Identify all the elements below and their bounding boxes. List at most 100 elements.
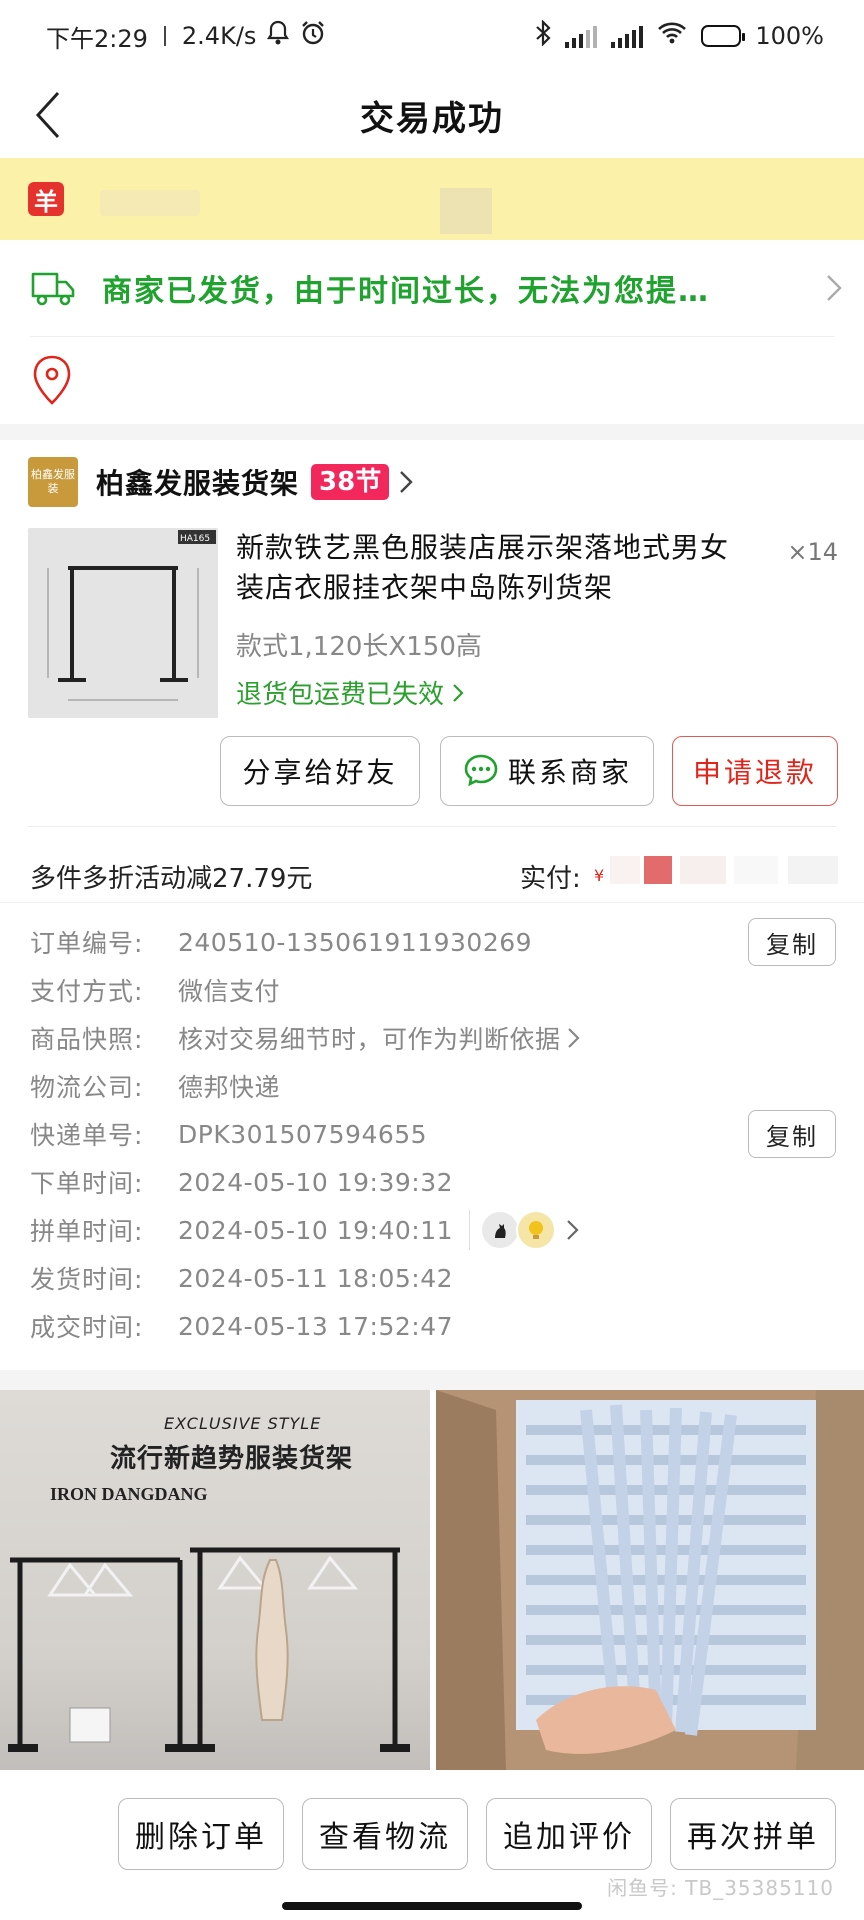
paid-label: 实付: bbox=[520, 864, 581, 894]
return-note-label: 退货包运费已失效 bbox=[236, 680, 445, 710]
refund-button[interactable]: 申请退款 bbox=[672, 736, 838, 806]
bell-icon bbox=[266, 20, 290, 52]
info-value: 240510-135061911930269 bbox=[178, 927, 533, 957]
info-label: 下单时间: bbox=[30, 1169, 144, 1198]
discount-text: 多件多折活动减27.79元 bbox=[30, 864, 313, 894]
return-note-link[interactable]: 退货包运费已失效 bbox=[236, 674, 464, 711]
shop-logo: 柏鑫发服装 bbox=[28, 457, 78, 507]
info-label: 支付方式: bbox=[30, 977, 144, 1006]
delete-order-label: 删除订单 bbox=[135, 1820, 267, 1855]
alarm-icon bbox=[300, 20, 326, 52]
divider bbox=[28, 826, 836, 827]
info-label: 商品快照: bbox=[30, 1025, 144, 1054]
product-quantity: ×14 bbox=[787, 538, 838, 566]
status-divider bbox=[163, 26, 166, 46]
logistics-row[interactable]: 商家已发货，由于时间过长，无法为您提… bbox=[0, 240, 864, 336]
product-card[interactable]: HA165 新款铁艺黑色服装店展示架落地式男女装店衣服挂衣架中岛陈列货架 ×14… bbox=[0, 528, 864, 722]
info-label: 物流公司: bbox=[30, 1073, 144, 1102]
clothing-rack-image: HA165 bbox=[28, 528, 218, 718]
info-value: 德邦快递 bbox=[178, 1073, 281, 1102]
wifi-icon bbox=[657, 21, 687, 51]
bluetooth-icon bbox=[535, 19, 551, 52]
info-value: DPK301507594655 bbox=[178, 1119, 428, 1149]
status-time: 下午2:29 bbox=[46, 24, 148, 53]
battery-icon bbox=[701, 25, 746, 47]
divider bbox=[0, 902, 864, 903]
info-label: 发货时间: bbox=[30, 1265, 144, 1294]
signal-icon bbox=[611, 24, 644, 48]
info-value: 2024-05-11 18:05:42 bbox=[178, 1263, 454, 1293]
truck-icon bbox=[31, 272, 75, 306]
address-row[interactable] bbox=[0, 338, 864, 422]
chat-icon bbox=[464, 754, 498, 787]
reorder-label: 再次拼单 bbox=[687, 1820, 819, 1855]
product-image[interactable]: HA165 bbox=[28, 528, 218, 718]
copy-button-label: 复制 bbox=[766, 1122, 818, 1151]
network-speed: 2.4K/s bbox=[181, 22, 257, 50]
chevron-right-icon bbox=[827, 275, 842, 301]
chevron-right-icon bbox=[567, 1028, 580, 1048]
refund-button-label: 申请退款 bbox=[692, 756, 817, 789]
share-button[interactable]: 分享给好友 bbox=[220, 736, 420, 806]
info-value: 核对交易细节时，可作为判断依据 bbox=[178, 1025, 561, 1054]
cat-avatar-icon bbox=[495, 1224, 506, 1238]
contact-seller-label: 联系商家 bbox=[507, 756, 632, 789]
image-label: HA165 bbox=[180, 534, 210, 544]
promo-banner[interactable]: 羊 bbox=[0, 158, 864, 240]
info-value: 2024-05-13 17:52:47 bbox=[178, 1311, 454, 1341]
battery-level: 100% bbox=[755, 22, 824, 50]
avatar bbox=[480, 1210, 521, 1250]
info-row-deal-time: 成交时间: 2024-05-13 17:52:47 bbox=[30, 1302, 453, 1350]
divider bbox=[30, 336, 834, 337]
currency-symbol: ¥ bbox=[594, 866, 605, 885]
product-spec: 款式1,120长X150高 bbox=[236, 632, 482, 662]
add-review-label: 追加评价 bbox=[503, 1820, 635, 1855]
info-label: 快递单号: bbox=[30, 1121, 144, 1150]
copy-tracking-number-button[interactable]: 复制 bbox=[748, 1110, 836, 1158]
page-title: 交易成功 bbox=[360, 98, 504, 139]
info-value: 2024-05-10 19:39:32 bbox=[178, 1167, 454, 1197]
payment-summary: 多件多折活动减27.79元 实付: ¥ bbox=[0, 846, 864, 900]
copy-order-number-button[interactable]: 复制 bbox=[748, 918, 836, 966]
info-value: 2024-05-10 19:40:11 bbox=[178, 1215, 454, 1245]
info-value: 微信支付 bbox=[178, 977, 281, 1006]
reorder-button[interactable]: 再次拼单 bbox=[670, 1798, 836, 1870]
info-row-snapshot[interactable]: 商品快照: 核对交易细节时，可作为判断依据 bbox=[30, 1014, 581, 1062]
redacted-amount bbox=[610, 856, 838, 884]
status-bar: 下午2:29 2.4K/s 100% bbox=[0, 0, 864, 72]
product-title: 新款铁艺黑色服装店展示架落地式男女装店衣服挂衣架中岛陈列货架 bbox=[236, 531, 730, 604]
add-review-button[interactable]: 追加评价 bbox=[486, 1798, 652, 1870]
info-row-ship-time: 发货时间: 2024-05-11 18:05:42 bbox=[30, 1254, 453, 1302]
info-label: 成交时间: bbox=[30, 1313, 144, 1342]
info-row-tracking: 快递单号: DPK301507594655 bbox=[30, 1110, 427, 1158]
home-indicator[interactable] bbox=[282, 1902, 582, 1910]
shop-row[interactable]: 柏鑫发服装 柏鑫发服装货架 38节 bbox=[0, 452, 864, 512]
info-row-order-time: 下单时间: 2024-05-10 19:39:32 bbox=[30, 1158, 453, 1206]
redacted-text bbox=[440, 188, 492, 234]
chevron-right-icon bbox=[400, 471, 413, 493]
contact-seller-button[interactable]: 联系商家 bbox=[440, 736, 654, 806]
logistics-message: 商家已发货，由于时间过长，无法为您提… bbox=[102, 274, 710, 309]
recommended-product-right[interactable] bbox=[436, 1390, 864, 1770]
chevron-right-icon bbox=[567, 1220, 579, 1240]
glue-sticks-photo bbox=[436, 1390, 864, 1770]
order-actions: 分享给好友 联系商家 申请退款 bbox=[0, 736, 864, 808]
group-members bbox=[469, 1210, 580, 1250]
share-button-label: 分享给好友 bbox=[242, 756, 398, 789]
delete-order-button[interactable]: 删除订单 bbox=[118, 1798, 284, 1870]
section-gap bbox=[0, 1370, 864, 1390]
info-row-group-time[interactable]: 拼单时间: 2024-05-10 19:40:11 bbox=[30, 1206, 580, 1254]
chevron-left-icon bbox=[35, 91, 60, 139]
info-row-courier: 物流公司: 德邦快递 bbox=[30, 1062, 280, 1110]
back-button[interactable] bbox=[24, 88, 72, 142]
view-logistics-label: 查看物流 bbox=[319, 1820, 451, 1855]
signal-icon bbox=[565, 24, 598, 48]
info-row-order-number: 订单编号: 240510-135061911930269 bbox=[30, 918, 532, 966]
info-label: 订单编号: bbox=[30, 929, 144, 958]
recommended-product-left[interactable]: EXCLUSIVE STYLE 流行新趋势服装货架 IRON DANGDANG bbox=[0, 1390, 430, 1770]
nav-bar: 交易成功 bbox=[0, 72, 864, 158]
shop-tag: 38节 bbox=[311, 464, 390, 500]
info-row-payment: 支付方式: 微信支付 bbox=[30, 966, 280, 1014]
view-logistics-button[interactable]: 查看物流 bbox=[302, 1798, 468, 1870]
copy-button-label: 复制 bbox=[766, 930, 818, 959]
